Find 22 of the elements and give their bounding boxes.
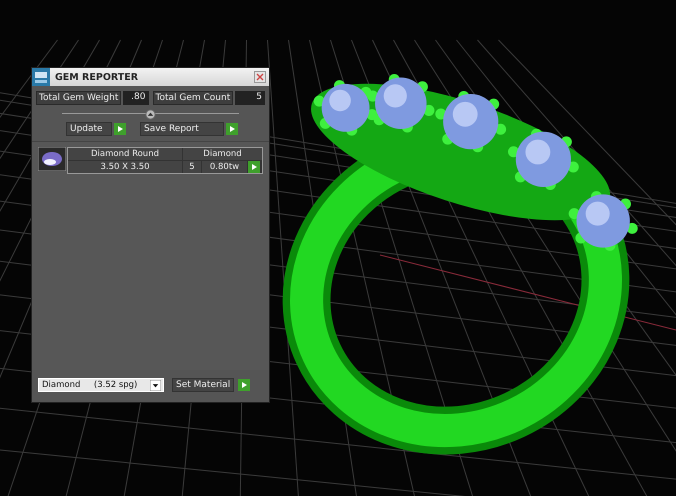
action-button[interactable]: Save Report — [140, 122, 224, 136]
collapse-handle-icon[interactable] — [145, 108, 156, 120]
caret-icon — [150, 380, 161, 390]
gem-material: Diamond — [183, 148, 262, 160]
play-icon[interactable] — [226, 123, 238, 135]
total-label: Total Gem Weight — [36, 91, 122, 105]
total-value: .80 — [123, 91, 148, 105]
gem-weight: 0.80tw — [202, 161, 247, 173]
gem-size: 3.50 X 3.50 — [68, 161, 182, 173]
play-icon[interactable] — [238, 379, 250, 391]
total-value: 5 — [235, 91, 265, 105]
material-dropdown[interactable]: Diamond (3.52 spg) — [38, 378, 164, 392]
play-icon[interactable] — [248, 161, 260, 173]
set-material-button[interactable]: Set Material — [172, 378, 234, 392]
gem-count: 5 — [183, 161, 201, 173]
action-button[interactable]: Update — [66, 122, 112, 136]
window-title: GEM REPORTER — [55, 72, 140, 82]
total-label: Total Gem Count — [152, 91, 234, 105]
close-icon[interactable] — [254, 71, 266, 83]
gem-name: Diamond Round — [68, 148, 182, 160]
play-icon[interactable] — [114, 123, 126, 135]
app-icon — [32, 68, 50, 86]
